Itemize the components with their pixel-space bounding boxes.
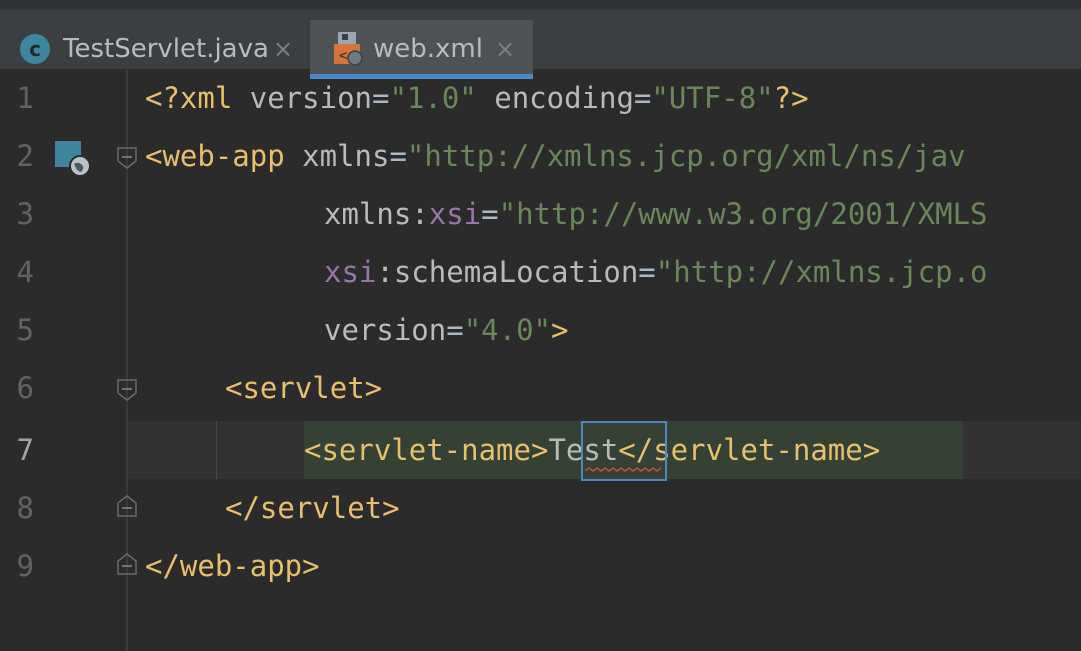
code-text: <web-app xmlns="http://xmlns.jcp.org/xml… xyxy=(145,139,966,173)
line-number: 5 xyxy=(16,313,34,347)
line-number: 3 xyxy=(16,197,34,231)
line-number: 9 xyxy=(16,549,34,583)
svg-text:<: < xyxy=(339,48,347,64)
code-editor[interactable]: 1 <?xml version="1.0" encoding="UTF-8"?>… xyxy=(0,69,1081,651)
code-line-active: 7 <servlet-name>Test</servlet-name> xyxy=(0,421,1081,479)
line-number: 7 xyxy=(16,433,34,467)
code-line: 2 <web-app xmlns="http://xmlns.jcp.org/x… xyxy=(0,127,1081,185)
close-icon[interactable]: × xyxy=(273,34,293,64)
code-line: 9 </web-app> xyxy=(0,537,1081,595)
code-line: 6 <servlet> xyxy=(0,359,1081,417)
code-line: 3 xmlns:xsi="http://www.w3.org/2001/XMLS xyxy=(0,185,1081,243)
spelling-squiggle xyxy=(585,467,661,472)
code-text: </web-app> xyxy=(145,549,320,583)
tab-label: web.xml xyxy=(373,34,483,64)
line-number: 2 xyxy=(16,139,34,173)
code-text: <servlet> xyxy=(225,371,383,405)
editor-tab-bar: c TestServlet.java × < web.xml × xyxy=(0,0,1081,79)
close-icon[interactable]: × xyxy=(495,34,515,64)
xml-file-icon: < xyxy=(334,32,363,66)
code-text: xsi:schemaLocation="http://xmlns.jcp.o xyxy=(324,255,988,289)
code-line: 8 </servlet> xyxy=(0,479,1081,537)
fold-end-icon[interactable] xyxy=(116,495,138,517)
fold-collapse-icon[interactable] xyxy=(116,147,138,169)
code-line: 5 version="4.0"> xyxy=(0,301,1081,359)
fold-end-icon[interactable] xyxy=(116,553,138,575)
line-number: 6 xyxy=(16,371,34,405)
code-text: version="4.0"> xyxy=(324,313,569,347)
code-line: 4 xsi:schemaLocation="http://xmlns.jcp.o xyxy=(0,243,1081,301)
tab-label: TestServlet.java xyxy=(63,34,269,64)
line-number: 1 xyxy=(16,81,34,115)
code-text: <?xml version="1.0" encoding="UTF-8"?> xyxy=(145,81,809,115)
code-text: </servlet> xyxy=(225,491,400,525)
code-line: 1 <?xml version="1.0" encoding="UTF-8"?> xyxy=(0,69,1081,127)
fold-collapse-icon[interactable] xyxy=(116,379,138,401)
line-number: 8 xyxy=(16,491,34,525)
code-text: xmlns:xsi="http://www.w3.org/2001/XMLS xyxy=(324,197,988,231)
class-icon: c xyxy=(20,34,50,64)
line-number: 4 xyxy=(16,255,34,289)
